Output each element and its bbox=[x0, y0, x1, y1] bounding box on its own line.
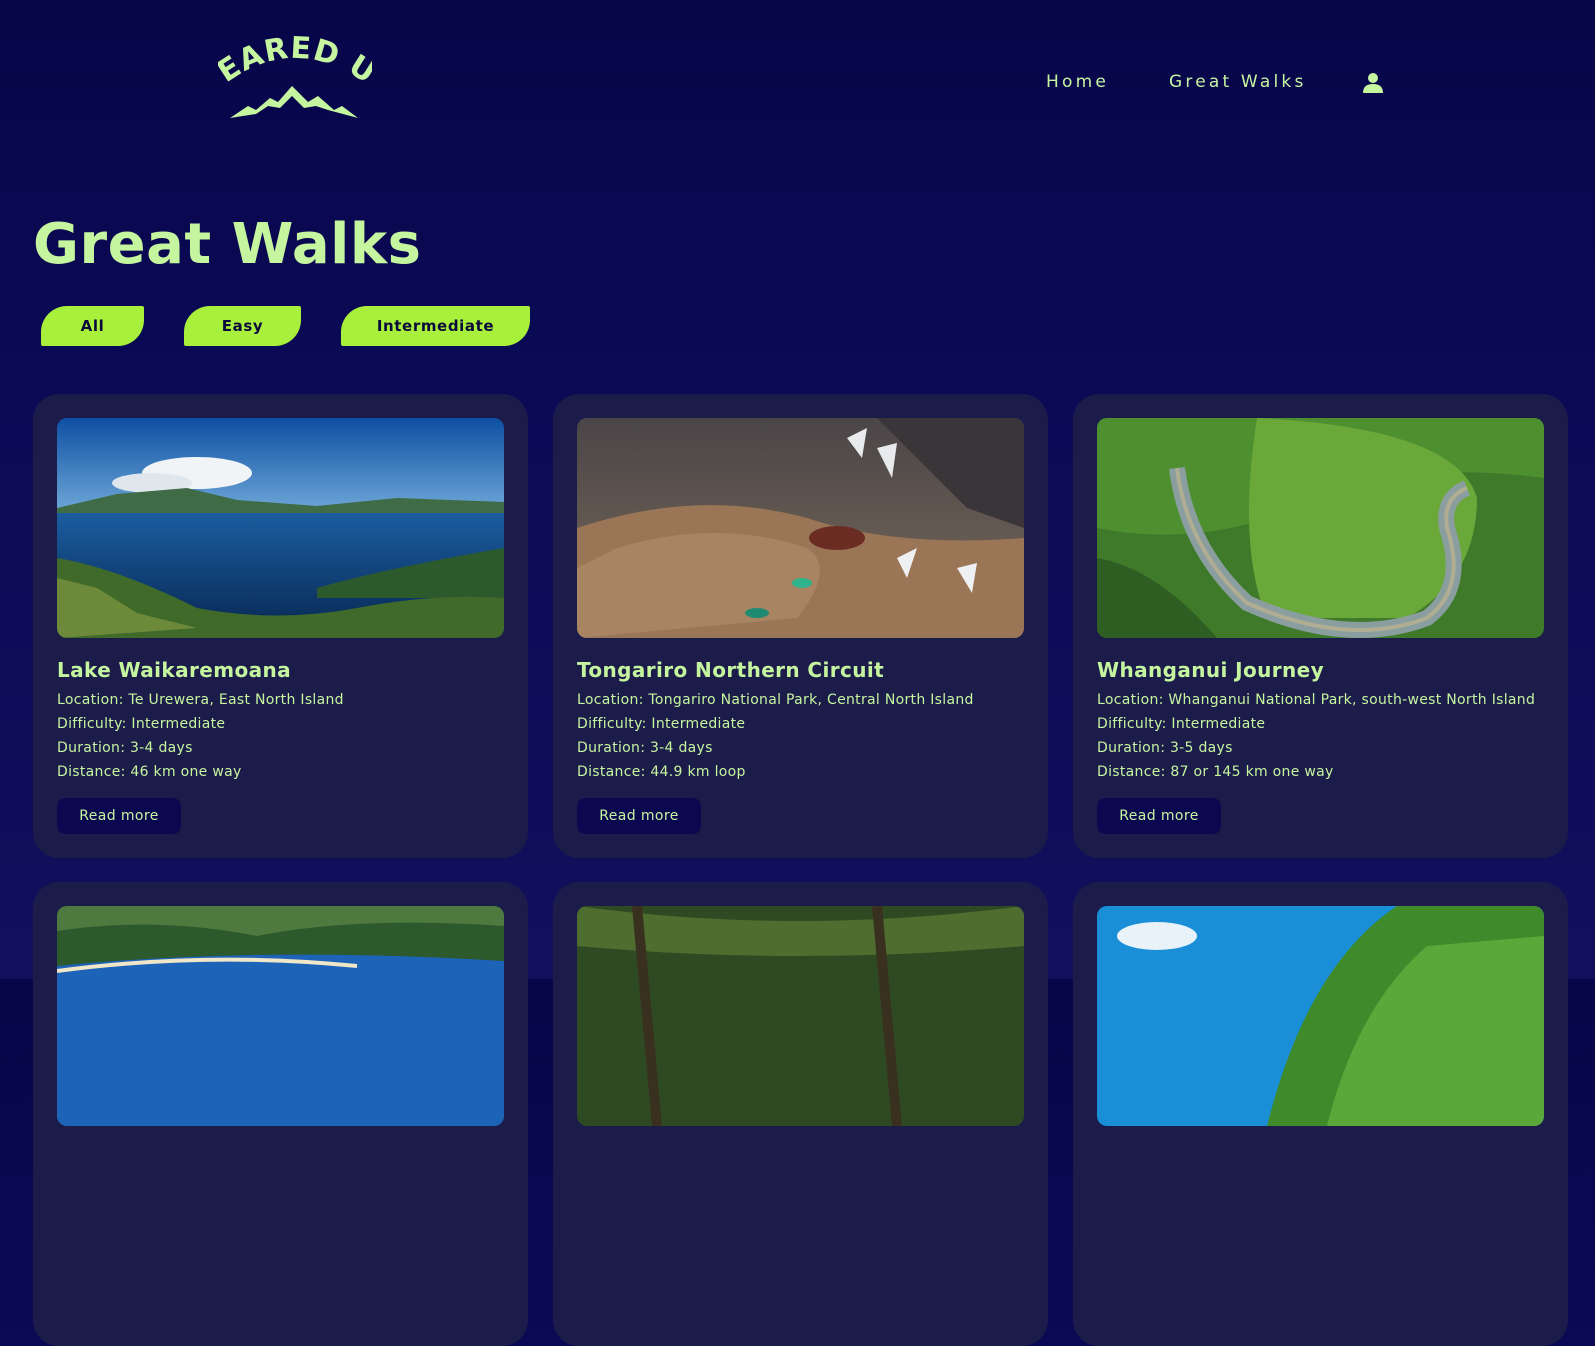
filter-all-button[interactable]: All bbox=[41, 306, 144, 346]
walk-distance: Distance: 44.9 km loop bbox=[577, 764, 746, 780]
walk-title: Whanganui Journey bbox=[1097, 658, 1325, 682]
walk-card: Lake Waikaremoana Location: Te Urewera, … bbox=[33, 394, 528, 858]
walk-difficulty: Difficulty: Intermediate bbox=[57, 716, 226, 732]
walk-title: Tongariro Northern Circuit bbox=[577, 658, 885, 682]
walk-title: Lake Waikaremoana bbox=[57, 658, 292, 682]
user-icon[interactable] bbox=[1362, 72, 1384, 94]
nav-home-link[interactable]: Home bbox=[1046, 72, 1109, 92]
walk-image-river bbox=[1097, 418, 1544, 638]
walk-card bbox=[1073, 882, 1568, 1346]
walk-distance: Distance: 46 km one way bbox=[57, 764, 242, 780]
walk-card: Whanganui Journey Location: Whanganui Na… bbox=[1073, 394, 1568, 858]
walk-location: Location: Tongariro National Park, Centr… bbox=[577, 692, 974, 708]
filter-easy-button[interactable]: Easy bbox=[184, 306, 301, 346]
walk-card bbox=[33, 882, 528, 1346]
nav-great-walks-link[interactable]: Great Walks bbox=[1169, 72, 1307, 92]
walk-image-coast bbox=[57, 906, 504, 1126]
walk-card: Tongariro Northern Circuit Location: Ton… bbox=[553, 394, 1048, 858]
filter-intermediate-button[interactable]: Intermediate bbox=[341, 306, 530, 346]
walk-location: Location: Te Urewera, East North Island bbox=[57, 692, 344, 708]
walk-card bbox=[553, 882, 1048, 1346]
walk-location: Location: Whanganui National Park, south… bbox=[1097, 692, 1536, 708]
walk-duration: Duration: 3-5 days bbox=[1097, 740, 1233, 756]
page-title: Great Walks bbox=[33, 212, 422, 277]
site-header: GEARED UP Home Great Walks bbox=[0, 0, 1595, 160]
walk-distance: Distance: 87 or 145 km one way bbox=[1097, 764, 1334, 780]
read-more-button[interactable]: Read more bbox=[577, 798, 701, 834]
walk-difficulty: Difficulty: Intermediate bbox=[1097, 716, 1266, 732]
walk-image-forest bbox=[577, 906, 1024, 1126]
walk-duration: Duration: 3-4 days bbox=[57, 740, 193, 756]
walk-image-volcano bbox=[577, 418, 1024, 638]
walk-image-lake bbox=[57, 418, 504, 638]
walk-difficulty: Difficulty: Intermediate bbox=[577, 716, 746, 732]
read-more-button[interactable]: Read more bbox=[1097, 798, 1221, 834]
main-nav: Home Great Walks bbox=[0, 72, 1595, 96]
walk-duration: Duration: 3-4 days bbox=[577, 740, 713, 756]
difficulty-filters: All Easy Intermediate bbox=[0, 306, 700, 346]
read-more-button[interactable]: Read more bbox=[57, 798, 181, 834]
walk-image-cliffs bbox=[1097, 906, 1544, 1126]
